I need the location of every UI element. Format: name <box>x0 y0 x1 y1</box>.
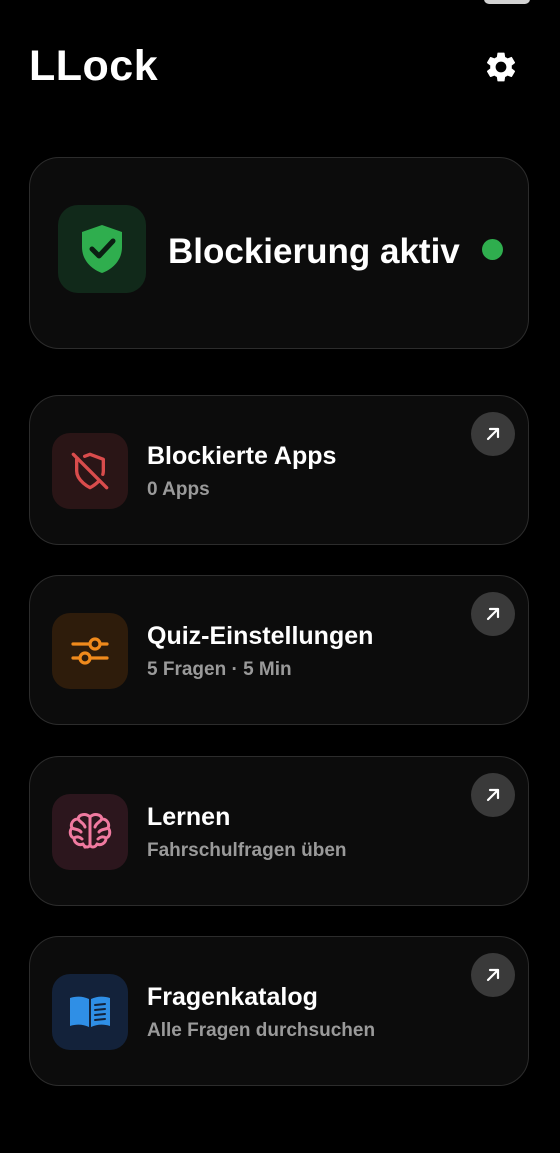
arrow-up-right-icon <box>486 788 500 802</box>
open-arrow-button[interactable] <box>471 592 515 636</box>
blocked-apps-card[interactable]: Blockierte Apps 0 Apps <box>29 395 529 545</box>
settings-button[interactable] <box>477 43 525 91</box>
card-subtitle: Alle Fragen durchsuchen <box>147 1020 376 1041</box>
sliders-icon <box>71 637 109 665</box>
shield-check-icon <box>82 225 122 273</box>
card-icon-container <box>52 974 128 1050</box>
quiz-settings-card[interactable]: Quiz-Einstellungen 5 Fragen · 5 Min <box>29 575 529 725</box>
card-subtitle: 5 Fragen · 5 Min <box>147 659 292 680</box>
card-icon-container <box>52 794 128 870</box>
card-title: Quiz-Einstellungen <box>147 622 374 650</box>
shield-off-icon <box>71 452 109 490</box>
open-arrow-button[interactable] <box>471 412 515 456</box>
card-subtitle: 0 Apps <box>147 479 210 500</box>
book-icon <box>70 996 110 1027</box>
blocking-status-card: Blockierung aktiv <box>29 157 529 349</box>
card-title: Lernen <box>147 803 231 831</box>
status-bar-pill <box>484 0 530 4</box>
learn-card[interactable]: Lernen Fahrschulfragen üben <box>29 756 529 906</box>
card-icon-container <box>52 433 128 509</box>
card-subtitle: Fahrschulfragen üben <box>147 840 347 861</box>
status-label: Blockierung aktiv <box>168 232 460 271</box>
brain-icon <box>68 813 112 849</box>
card-icon-container <box>52 613 128 689</box>
active-indicator-dot <box>482 239 503 260</box>
question-catalog-card[interactable]: Fragenkatalog Alle Fragen durchsuchen <box>29 936 529 1086</box>
status-icon-container <box>58 205 146 293</box>
card-title: Blockierte Apps <box>147 442 337 470</box>
gear-icon <box>486 52 516 82</box>
arrow-up-right-icon <box>486 607 500 621</box>
app-title: LLock <box>29 42 159 90</box>
open-arrow-button[interactable] <box>471 773 515 817</box>
open-arrow-button[interactable] <box>471 953 515 997</box>
arrow-up-right-icon <box>486 968 500 982</box>
card-title: Fragenkatalog <box>147 983 318 1011</box>
arrow-up-right-icon <box>486 427 500 441</box>
